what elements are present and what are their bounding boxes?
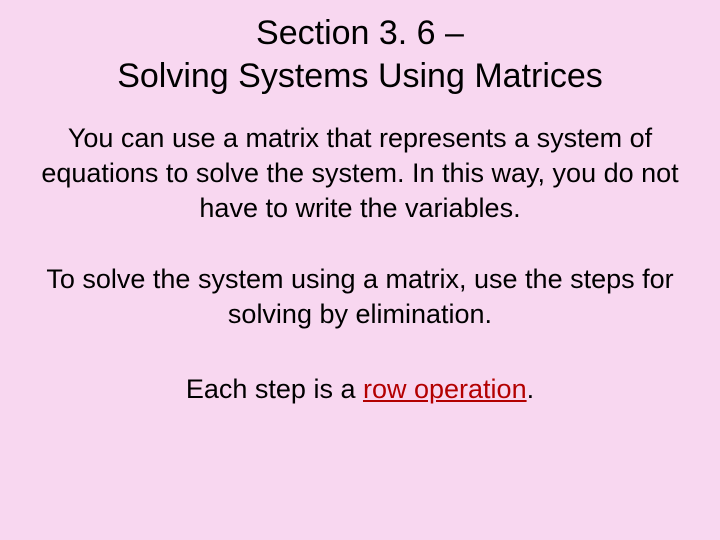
paragraph-2: To solve the system using a matrix, use … [20,262,700,332]
title-line-2: Solving Systems Using Matrices [117,57,603,95]
keyword-row-operation: row operation [363,374,527,404]
final-suffix: . [527,374,535,404]
title-line-1: Section 3. 6 – [256,14,464,52]
paragraph-1: You can use a matrix that represents a s… [20,121,700,226]
final-line: Each step is a row operation. [20,372,700,407]
slide-title: Section 3. 6 – Solving Systems Using Mat… [20,12,700,97]
final-prefix: Each step is a [186,374,363,404]
